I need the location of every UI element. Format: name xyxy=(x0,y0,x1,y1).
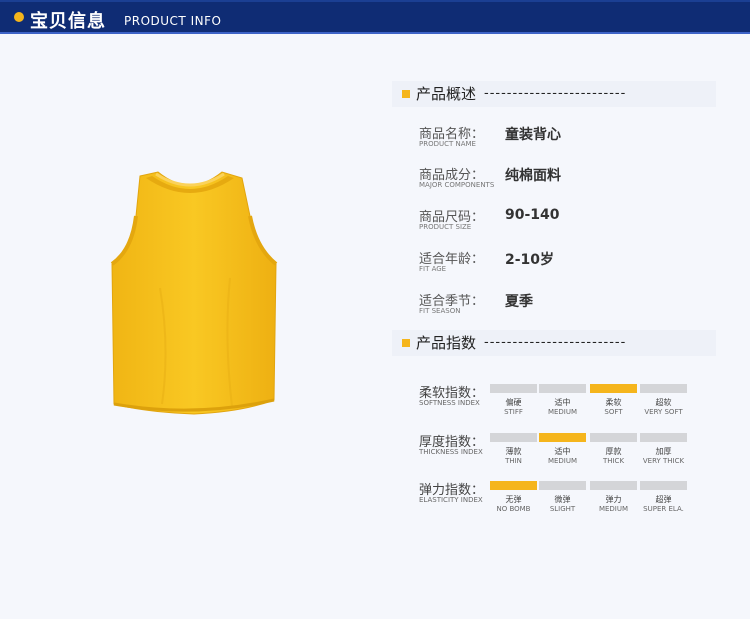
index-option: 超软 VERY SOFT xyxy=(640,384,687,416)
index-option: 超弹 SUPER ELA. xyxy=(640,481,687,513)
index-option-selected: 柔软 SOFT xyxy=(590,384,637,416)
index-option-en: SUPER ELA. xyxy=(643,505,684,513)
index-option-cn: 适中 xyxy=(554,447,571,456)
indices-section-header: 产品指数 ------------------------- xyxy=(392,330,716,356)
index-option-selected: 无弹 NO BOMB xyxy=(490,481,537,513)
index-bar xyxy=(640,384,687,393)
index-bar xyxy=(490,384,537,393)
index-option-cn: 加厚 xyxy=(655,447,672,456)
bullet-icon xyxy=(14,12,24,22)
overview-dash-line: ------------------------- xyxy=(484,86,627,101)
index-bar xyxy=(490,433,537,442)
header-title-en: PRODUCT INFO xyxy=(124,14,222,28)
index-option-en: VERY THICK xyxy=(642,457,685,465)
index-option-cn: 柔软 xyxy=(605,398,622,407)
index-bar xyxy=(590,481,637,490)
overview-title: 产品概述 xyxy=(416,85,477,103)
index-bar xyxy=(640,481,687,490)
index-bar xyxy=(539,384,586,393)
index-bar xyxy=(590,433,637,442)
spec-value: 童装背心 xyxy=(505,127,561,143)
index-bar xyxy=(640,433,687,442)
index-option: 厚款 THICK xyxy=(590,433,637,465)
index-bar xyxy=(539,433,586,442)
index-option-en: SLIGHT xyxy=(549,505,576,513)
page-header: 宝贝信息 PRODUCT INFO xyxy=(0,0,750,34)
indices-dash-line: ------------------------- xyxy=(484,335,627,350)
spec-sublabel: FIT AGE xyxy=(419,265,447,273)
spec-value: 90-140 xyxy=(505,207,560,223)
index-option-en: MEDIUM xyxy=(547,408,578,416)
spec-sublabel: PRODUCT SIZE xyxy=(419,223,472,231)
index-option-en: THIN xyxy=(505,457,522,465)
header-underline xyxy=(0,32,750,34)
index-bar xyxy=(539,481,586,490)
index-option-cn: 微弹 xyxy=(554,495,571,504)
index-bar xyxy=(590,384,637,393)
index-option-selected: 适中 MEDIUM xyxy=(539,433,586,465)
indices-title: 产品指数 xyxy=(416,334,477,352)
index-option-cn: 薄款 xyxy=(505,447,522,456)
header-title-cn: 宝贝信息 xyxy=(30,11,106,32)
index-option-cn: 超软 xyxy=(655,398,672,407)
spec-sublabel: MAJOR COMPONENTS xyxy=(419,181,495,189)
index-option-en: MEDIUM xyxy=(547,457,578,465)
index-option-en: STIFF xyxy=(504,408,523,416)
index-option-cn: 超弹 xyxy=(655,495,672,504)
index-option-cn: 弹力 xyxy=(605,495,622,504)
index-option: 适中 MEDIUM xyxy=(539,384,586,416)
index-bar xyxy=(490,481,537,490)
index-option: 加厚 VERY THICK xyxy=(640,433,687,465)
index-option: 微弹 SLIGHT xyxy=(539,481,586,513)
spec-sublabel: PRODUCT NAME xyxy=(419,140,476,148)
index-sublabel: SOFTNESS INDEX xyxy=(419,399,480,407)
product-image xyxy=(110,171,278,415)
square-bullet-icon xyxy=(402,339,410,347)
index-option-cn: 偏硬 xyxy=(505,398,522,407)
index-option: 偏硬 STIFF xyxy=(490,384,537,416)
index-option-en: NO BOMB xyxy=(496,505,531,513)
spec-value: 纯棉面料 xyxy=(505,168,561,184)
index-option-en: VERY SOFT xyxy=(644,408,683,416)
spec-sublabel: FIT SEASON xyxy=(419,307,461,315)
index-option-en: MEDIUM xyxy=(598,505,629,513)
index-sublabel: ELASTICITY INDEX xyxy=(419,496,483,504)
index-option-en: THICK xyxy=(602,457,625,465)
index-option-cn: 无弹 xyxy=(505,495,522,504)
overview-section-header: 产品概述 ------------------------- xyxy=(392,81,716,107)
square-bullet-icon xyxy=(402,90,410,98)
spec-value: 夏季 xyxy=(505,294,533,310)
index-option-cn: 厚款 xyxy=(605,447,622,456)
index-option-en: SOFT xyxy=(604,408,623,416)
spec-value: 2-10岁 xyxy=(505,252,555,268)
index-option: 薄款 THIN xyxy=(490,433,537,465)
index-option: 弹力 MEDIUM xyxy=(590,481,637,513)
index-sublabel: THICKNESS INDEX xyxy=(419,448,483,456)
index-option-cn: 适中 xyxy=(554,398,571,407)
